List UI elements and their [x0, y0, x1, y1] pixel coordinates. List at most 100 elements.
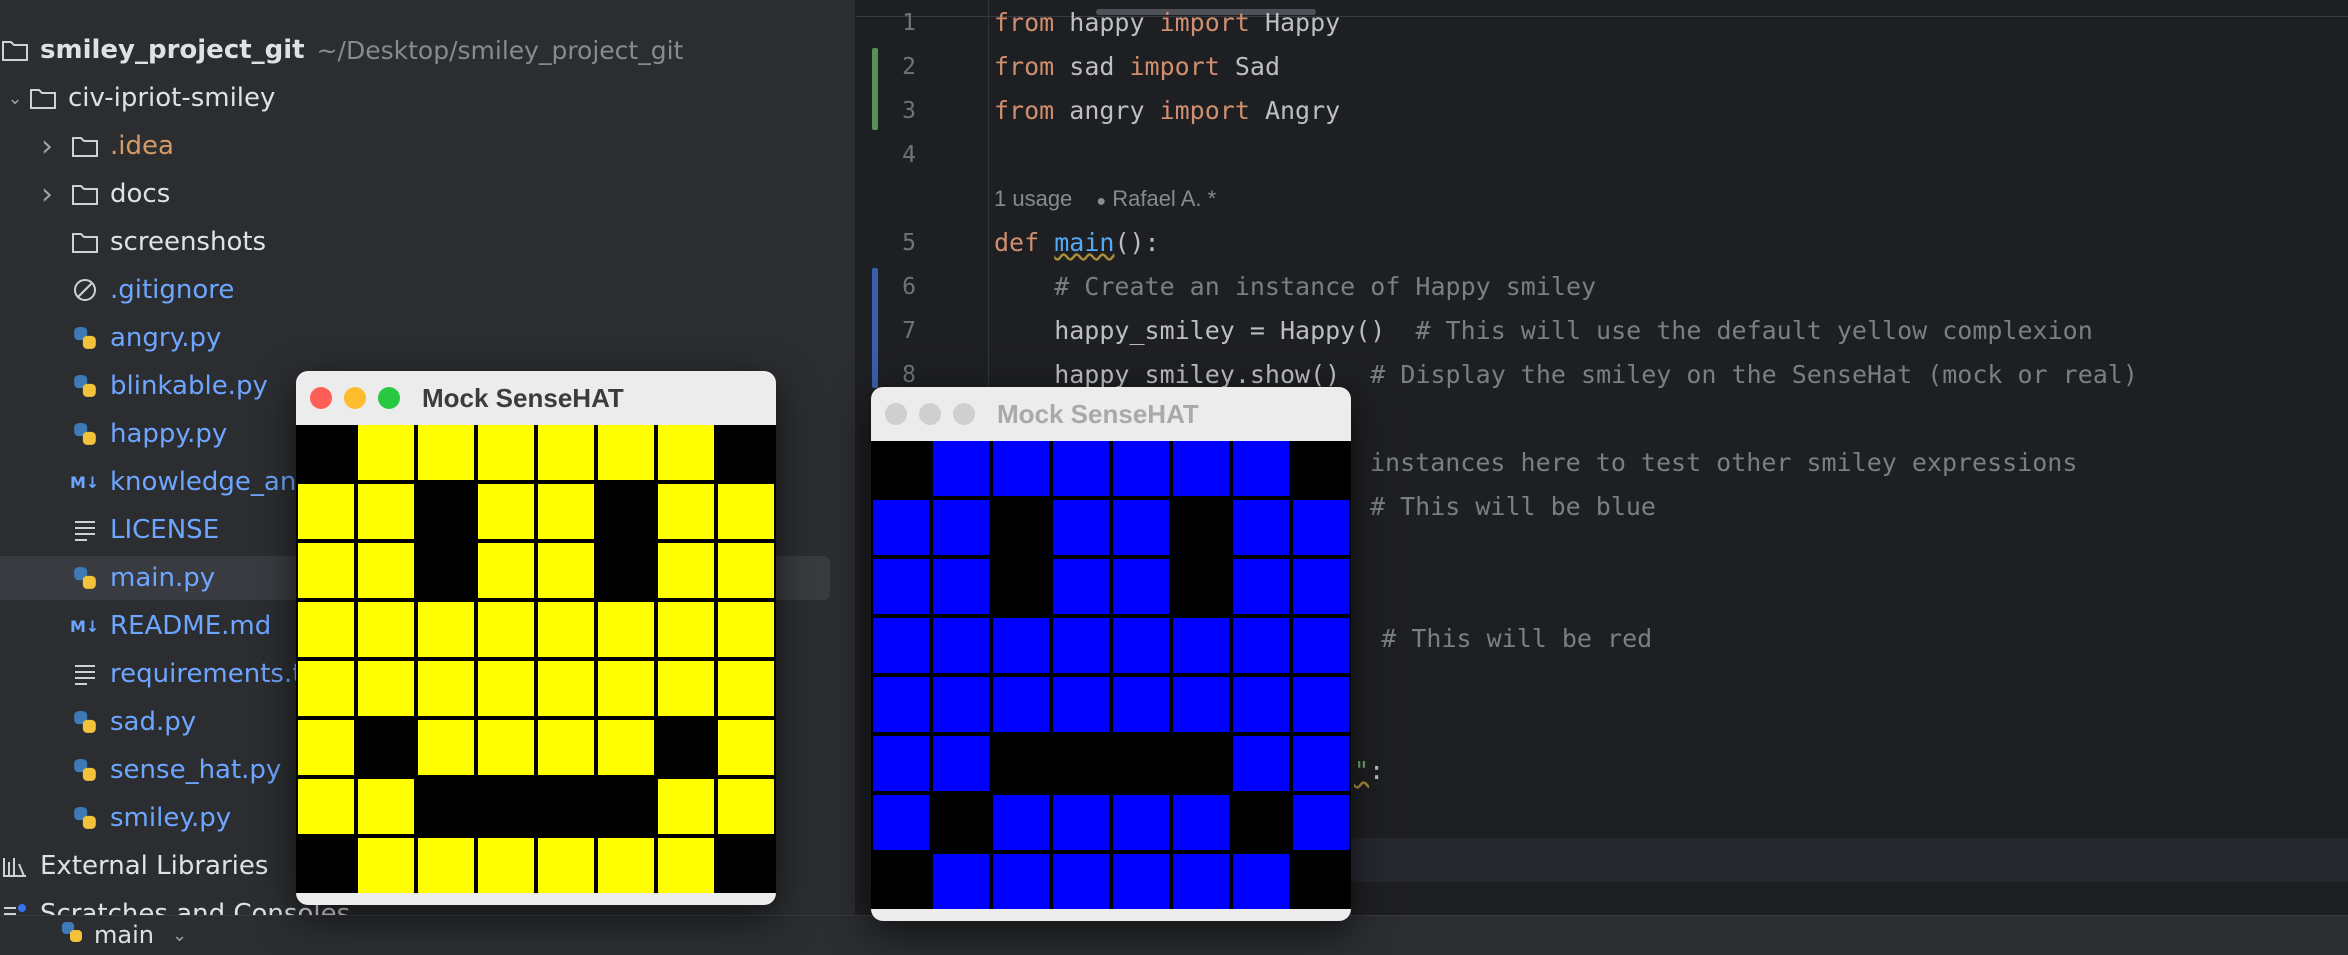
external-libraries-label: External Libraries — [40, 851, 269, 881]
tree-item[interactable]: › .idea — [0, 124, 855, 168]
tree-item-label: docs — [110, 179, 171, 209]
minimize-button[interactable] — [919, 403, 941, 425]
led-pixel — [718, 838, 774, 893]
tree-item[interactable]: › docs — [0, 172, 855, 216]
bottom-tool-bar: main ⌄ — [0, 915, 2348, 955]
usage-inlay-hint[interactable]: 1 usage ● Rafael A. * — [994, 186, 1216, 212]
led-pixel — [418, 484, 474, 539]
led-pixel — [1293, 559, 1349, 614]
led-pixel — [1053, 736, 1109, 791]
led-pixel — [1173, 500, 1229, 555]
led-pixel — [1113, 618, 1169, 673]
window-titlebar[interactable]: Mock SenseHAT — [296, 371, 776, 425]
led-pixel — [358, 661, 414, 716]
led-pixel — [418, 720, 474, 775]
led-pixel — [1173, 618, 1229, 673]
folder-icon — [70, 227, 100, 257]
minimize-button[interactable] — [344, 387, 366, 409]
led-pixel — [993, 559, 1049, 614]
led-matrix — [296, 425, 776, 893]
led-pixel — [1053, 441, 1109, 496]
led-pixel — [478, 484, 534, 539]
close-button[interactable] — [885, 403, 907, 425]
vcs-modified-marker[interactable] — [872, 268, 878, 388]
zoom-button[interactable] — [953, 403, 975, 425]
zoom-button[interactable] — [378, 387, 400, 409]
tree-item-label: screenshots — [110, 227, 267, 257]
code-line-8: happy_smiley.show() # Display the smiley… — [994, 360, 2138, 389]
led-pixel — [1233, 854, 1289, 909]
line-number: 4 — [902, 142, 916, 168]
folder-civ-ipriot-smiley[interactable]: ⌄ civ-ipriot-smiley — [0, 76, 855, 120]
led-pixel — [718, 484, 774, 539]
tree-item-label: .idea — [110, 131, 174, 161]
led-pixel — [873, 736, 929, 791]
tree-item-label: sense_hat.py — [110, 755, 282, 785]
user-icon: ● — [1096, 193, 1107, 210]
tree-item[interactable]: .gitignore — [0, 268, 855, 312]
led-pixel — [1293, 618, 1349, 673]
led-pixel — [1053, 677, 1109, 732]
tree-item-label: angry.py — [110, 323, 222, 353]
led-pixel — [478, 661, 534, 716]
sensehat-window-blue[interactable]: Mock SenseHAT — [871, 387, 1351, 921]
led-pixel — [298, 838, 354, 893]
led-pixel — [933, 559, 989, 614]
led-pixel — [993, 795, 1049, 850]
led-pixel — [1173, 736, 1229, 791]
led-pixel — [358, 543, 414, 598]
led-pixel — [933, 441, 989, 496]
project-root[interactable]: smiley_project_git ~/Desktop/smiley_proj… — [0, 28, 855, 72]
led-pixel — [478, 602, 534, 657]
chevron-down-icon[interactable]: ⌄ — [2, 85, 28, 111]
line-number: 5 — [902, 230, 916, 256]
sensehat-window-yellow[interactable]: Mock SenseHAT — [296, 371, 776, 905]
led-pixel — [933, 795, 989, 850]
led-pixel — [358, 484, 414, 539]
led-pixel — [873, 677, 929, 732]
tree-item-label: happy.py — [110, 419, 228, 449]
led-pixel — [1113, 441, 1169, 496]
python-icon — [60, 920, 84, 950]
text-file-icon — [70, 515, 100, 545]
svg-text:M↓: M↓ — [70, 617, 99, 636]
led-pixel — [1173, 795, 1229, 850]
led-pixel — [933, 618, 989, 673]
led-pixel — [933, 500, 989, 555]
led-pixel — [1233, 795, 1289, 850]
run-config[interactable]: main ⌄ — [60, 920, 187, 950]
led-pixel — [1053, 559, 1109, 614]
led-pixel — [933, 677, 989, 732]
tree-item[interactable]: screenshots — [0, 220, 855, 264]
chevron-right-icon[interactable]: › — [34, 177, 60, 212]
window-titlebar[interactable]: Mock SenseHAT — [871, 387, 1351, 441]
python-file-icon — [70, 563, 100, 593]
vcs-added-marker[interactable] — [872, 48, 878, 130]
python-file-icon — [70, 371, 100, 401]
led-pixel — [873, 500, 929, 555]
tree-item-label: main.py — [110, 563, 216, 593]
svg-text:M↓: M↓ — [70, 473, 99, 492]
led-pixel — [538, 484, 594, 539]
tree-item[interactable]: angry.py — [0, 316, 855, 360]
led-pixel — [598, 425, 654, 480]
led-pixel — [358, 838, 414, 893]
line-number: 7 — [902, 318, 916, 344]
led-pixel — [418, 661, 474, 716]
chevron-right-icon[interactable]: › — [34, 129, 60, 164]
close-button[interactable] — [310, 387, 332, 409]
led-pixel — [1113, 559, 1169, 614]
led-pixel — [873, 441, 929, 496]
led-pixel — [993, 677, 1049, 732]
chevron-down-icon[interactable]: ⌄ — [172, 925, 187, 946]
led-pixel — [538, 661, 594, 716]
line-number: 8 — [902, 362, 916, 388]
python-file-icon — [70, 755, 100, 785]
led-pixel — [933, 736, 989, 791]
led-pixel — [658, 661, 714, 716]
project-root-label: smiley_project_git — [40, 35, 305, 65]
